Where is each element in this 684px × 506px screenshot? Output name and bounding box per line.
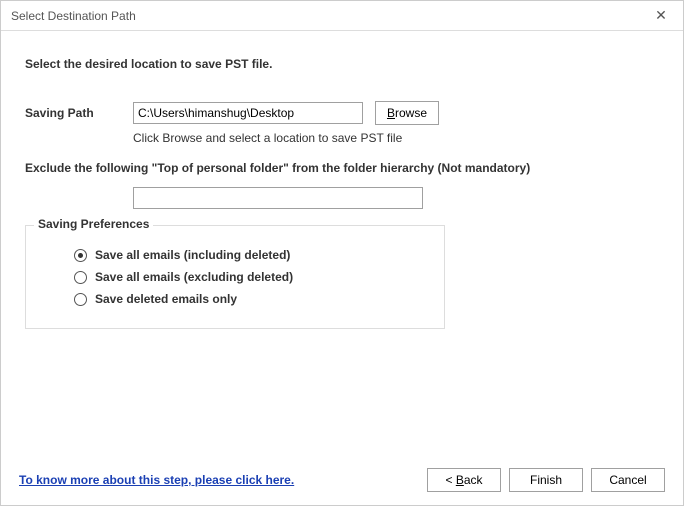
radio-label-1: Save all emails (excluding deleted) xyxy=(95,270,293,284)
radio-row-2[interactable]: Save deleted emails only xyxy=(74,292,426,306)
saving-preferences-group: Saving Preferences Save all emails (incl… xyxy=(25,225,445,329)
instruction-text: Select the desired location to save PST … xyxy=(25,57,659,71)
radio-row-0[interactable]: Save all emails (including deleted) xyxy=(74,248,426,262)
finish-button[interactable]: Finish xyxy=(509,468,583,492)
radio-row-1[interactable]: Save all emails (excluding deleted) xyxy=(74,270,426,284)
titlebar: Select Destination Path ✕ xyxy=(1,1,683,31)
saving-path-input[interactable] xyxy=(133,102,363,124)
browse-rest: rowse xyxy=(395,106,427,120)
more-info-link[interactable]: To know more about this step, please cli… xyxy=(19,473,294,487)
group-legend: Saving Preferences xyxy=(34,217,153,231)
saving-path-row: Saving Path Browse xyxy=(25,101,659,125)
browse-button[interactable]: Browse xyxy=(375,101,439,125)
footer: To know more about this step, please cli… xyxy=(1,455,683,505)
radio-icon[interactable] xyxy=(74,249,87,262)
saving-path-label: Saving Path xyxy=(25,106,133,120)
dialog-window: Select Destination Path ✕ Select the des… xyxy=(0,0,684,506)
exclude-label: Exclude the following "Top of personal f… xyxy=(25,161,659,175)
cancel-button[interactable]: Cancel xyxy=(591,468,665,492)
window-title: Select Destination Path xyxy=(11,9,647,23)
radio-icon[interactable] xyxy=(74,293,87,306)
browse-hint: Click Browse and select a location to sa… xyxy=(133,131,659,145)
exclude-input[interactable] xyxy=(133,187,423,209)
radio-label-0: Save all emails (including deleted) xyxy=(95,248,290,262)
radio-icon[interactable] xyxy=(74,271,87,284)
back-button[interactable]: < Back xyxy=(427,468,501,492)
close-icon[interactable]: ✕ xyxy=(647,6,675,26)
dialog-body: Select the desired location to save PST … xyxy=(1,31,683,455)
radio-label-2: Save deleted emails only xyxy=(95,292,237,306)
